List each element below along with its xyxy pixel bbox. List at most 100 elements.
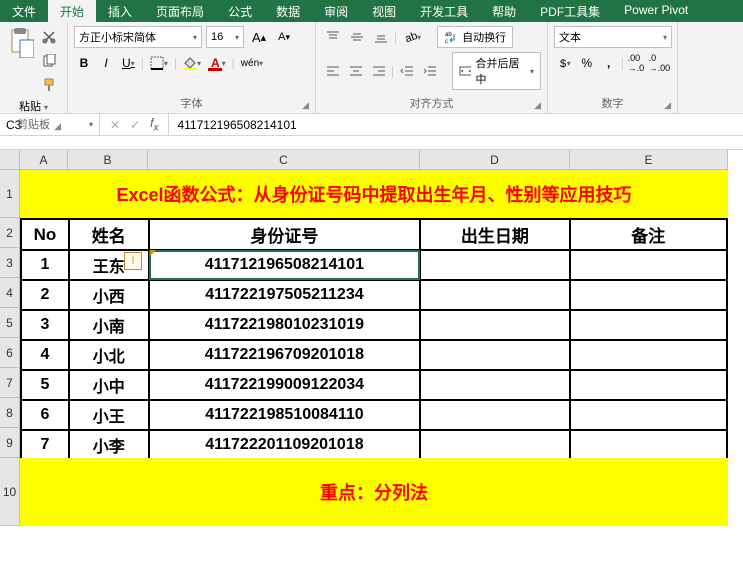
cell-remark[interactable] — [570, 370, 727, 400]
dialog-launcher-icon[interactable]: ◢ — [534, 100, 541, 111]
format-painter-icon[interactable] — [38, 74, 60, 96]
menu-tab-2[interactable]: 插入 — [96, 0, 144, 22]
wrap-text-button[interactable]: abc自动换行 — [437, 26, 513, 48]
dialog-launcher-icon[interactable]: ◢ — [302, 100, 309, 111]
error-smart-tag-icon[interactable]: ! — [124, 252, 142, 270]
cell-id[interactable]: 411722198010231019 — [149, 310, 421, 340]
col-header-E[interactable]: E — [570, 150, 728, 170]
font-size-select[interactable]: 16▾ — [206, 26, 244, 48]
paste-icon[interactable] — [6, 26, 34, 96]
decrease-decimal-button[interactable]: .0→.00 — [648, 52, 671, 74]
cell-no[interactable]: 6 — [21, 400, 69, 430]
bold-button[interactable]: B — [74, 52, 94, 74]
col-header-C[interactable]: C — [148, 150, 420, 170]
row-header-8[interactable]: 8 — [0, 398, 20, 428]
dialog-launcher-icon[interactable]: ◢ — [664, 100, 671, 111]
col-header-B[interactable]: B — [68, 150, 148, 170]
currency-button[interactable]: $▾ — [554, 52, 575, 74]
menu-tab-6[interactable]: 审阅 — [312, 0, 360, 22]
enter-icon[interactable]: ✓ — [130, 118, 140, 132]
percent-button[interactable]: % — [577, 52, 597, 74]
align-bottom-button[interactable] — [370, 26, 392, 48]
cell-birth[interactable] — [420, 370, 569, 400]
cell-no[interactable]: 7 — [21, 430, 69, 460]
row-header-5[interactable]: 5 — [0, 308, 20, 338]
cell-remark[interactable] — [570, 400, 727, 430]
cell-birth[interactable] — [420, 250, 569, 280]
align-right-button[interactable] — [368, 60, 389, 82]
underline-button[interactable]: U ▾ — [118, 52, 139, 74]
row-header-3[interactable]: 3 — [0, 248, 20, 278]
cancel-icon[interactable]: ✕ — [110, 118, 120, 132]
menu-tab-4[interactable]: 公式 — [216, 0, 264, 22]
align-top-button[interactable] — [322, 26, 344, 48]
shrink-font-button[interactable]: A▾ — [274, 26, 294, 48]
orientation-button[interactable]: ab▾ — [399, 26, 425, 48]
menu-tab-5[interactable]: 数据 — [264, 0, 312, 22]
increase-decimal-button[interactable]: .00→.0 — [626, 52, 646, 74]
fx-icon[interactable]: fx — [150, 116, 158, 133]
row-header-2[interactable]: 2 — [0, 218, 20, 248]
fill-color-button[interactable]: ▾ — [179, 52, 205, 74]
cell-remark[interactable] — [570, 250, 727, 280]
cell-name[interactable]: 小南 — [69, 310, 149, 340]
cell-id[interactable]: 411722198510084110 — [149, 400, 421, 430]
cell-remark[interactable] — [570, 310, 727, 340]
comma-button[interactable]: , — [599, 52, 619, 74]
phonetic-button[interactable]: wén ▾ — [237, 52, 267, 74]
cell-no[interactable]: 4 — [21, 340, 69, 370]
col-header-A[interactable]: A — [20, 150, 68, 170]
cell-birth[interactable] — [420, 400, 569, 430]
cell-id[interactable]: 411722196709201018 — [149, 340, 421, 370]
table-header[interactable]: 身份证号 — [149, 219, 421, 250]
menu-tab-9[interactable]: 帮助 — [480, 0, 528, 22]
merge-center-button[interactable]: 合并后居中 ▾ — [452, 52, 541, 90]
table-header[interactable]: 备注 — [570, 219, 727, 250]
italic-button[interactable]: I — [96, 52, 116, 74]
row-header-4[interactable]: 4 — [0, 278, 20, 308]
cell-no[interactable]: 3 — [21, 310, 69, 340]
cell-name[interactable]: 小中 — [69, 370, 149, 400]
cell-name[interactable]: 小李 — [69, 430, 149, 460]
cell-no[interactable]: 5 — [21, 370, 69, 400]
dialog-launcher-icon[interactable]: ◢ — [54, 121, 61, 132]
col-header-D[interactable]: D — [420, 150, 570, 170]
cell-birth[interactable] — [420, 280, 569, 310]
row-header-7[interactable]: 7 — [0, 368, 20, 398]
cell-birth[interactable] — [420, 310, 569, 340]
cell-name[interactable]: 小北 — [69, 340, 149, 370]
cell-no[interactable]: 1 — [21, 250, 69, 280]
row-header-10[interactable]: 10 — [0, 458, 20, 526]
table-header[interactable]: No — [21, 219, 69, 250]
cell-name[interactable]: 小西 — [69, 280, 149, 310]
row-header-9[interactable]: 9 — [0, 428, 20, 458]
table-header[interactable]: 出生日期 — [420, 219, 569, 250]
row-header-1[interactable]: 1 — [0, 170, 20, 218]
border-button[interactable]: ▾ — [146, 52, 172, 74]
cell-remark[interactable] — [570, 430, 727, 460]
number-format-select[interactable]: 文本▾ — [554, 26, 672, 48]
decrease-indent-button[interactable] — [396, 60, 417, 82]
paste-label[interactable]: 粘贴 ▾ — [6, 98, 61, 114]
cell-id[interactable]: 411712196508214101 — [149, 250, 421, 280]
cell-id[interactable]: 411722197505211234 — [149, 280, 421, 310]
cell-id[interactable]: 411722201109201018 — [149, 430, 421, 460]
align-left-button[interactable] — [322, 60, 343, 82]
cut-icon[interactable] — [38, 26, 60, 48]
cell-id[interactable]: 411722199009122034 — [149, 370, 421, 400]
increase-indent-button[interactable] — [419, 60, 440, 82]
select-all-corner[interactable] — [0, 150, 20, 170]
grow-font-button[interactable]: A▴ — [248, 26, 270, 48]
row-header-6[interactable]: 6 — [0, 338, 20, 368]
menu-tab-0[interactable]: 文件 — [0, 0, 48, 22]
align-middle-button[interactable] — [346, 26, 368, 48]
table-header[interactable]: 姓名 — [69, 219, 149, 250]
menu-tab-1[interactable]: 开始 — [48, 0, 96, 22]
formula-bar[interactable]: 411712196508214101 — [169, 114, 743, 135]
error-indicator-icon[interactable] — [150, 250, 156, 256]
font-color-button[interactable]: A▾ — [207, 52, 230, 74]
font-name-select[interactable]: 方正小标宋简体▾ — [74, 26, 202, 48]
cell-birth[interactable] — [420, 430, 569, 460]
menu-tab-7[interactable]: 视图 — [360, 0, 408, 22]
cell-remark[interactable] — [570, 340, 727, 370]
